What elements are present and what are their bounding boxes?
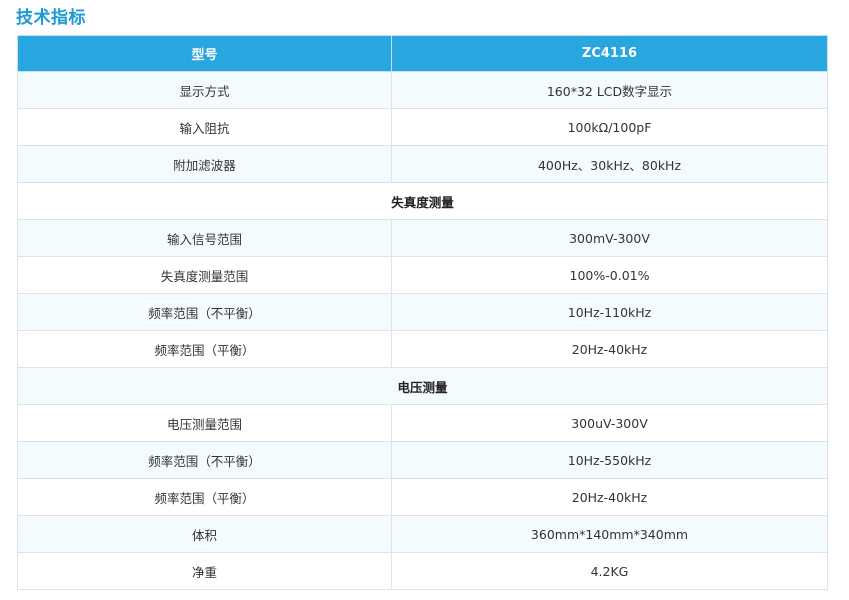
header-model-value: ZC4116: [391, 35, 828, 72]
spec-value: 160*32 LCD数字显示: [391, 71, 828, 109]
spec-label: 附加滤波器: [17, 145, 392, 183]
group-header-row: 电压测量: [17, 367, 828, 405]
spec-value: 10Hz-550kHz: [391, 441, 828, 479]
table-row: 输入阻抗 100kΩ/100pF: [17, 108, 828, 146]
spec-label: 输入阻抗: [17, 108, 392, 146]
table-row: 显示方式 160*32 LCD数字显示: [17, 71, 828, 109]
spec-label: 频率范围（平衡）: [17, 478, 392, 516]
spec-label: 净重: [17, 552, 392, 590]
spec-label: 电压测量范围: [17, 404, 392, 442]
spec-value: 400Hz、30kHz、80kHz: [391, 145, 828, 183]
spec-value: 360mm*140mm*340mm: [391, 515, 828, 553]
spec-value: 100%-0.01%: [391, 256, 828, 294]
table-row: 体积 360mm*140mm*340mm: [17, 515, 828, 553]
spec-label: 频率范围（不平衡）: [17, 441, 392, 479]
spec-label: 失真度测量范围: [17, 256, 392, 294]
spec-label: 体积: [17, 515, 392, 553]
header-model-label: 型号: [17, 35, 392, 72]
table-row: 频率范围（平衡） 20Hz-40kHz: [17, 478, 828, 516]
group-header: 失真度测量: [17, 182, 828, 220]
spec-label: 显示方式: [17, 71, 392, 109]
group-header-row: 失真度测量: [17, 182, 828, 220]
spec-label: 频率范围（平衡）: [17, 330, 392, 368]
spec-label: 频率范围（不平衡）: [17, 293, 392, 331]
spec-value: 300mV-300V: [391, 219, 828, 257]
table-row: 失真度测量范围 100%-0.01%: [17, 256, 828, 294]
spec-value: 20Hz-40kHz: [391, 478, 828, 516]
spec-value: 300uV-300V: [391, 404, 828, 442]
table-row: 频率范围（平衡） 20Hz-40kHz: [17, 330, 828, 368]
table-row: 净重 4.2KG: [17, 552, 828, 590]
table-row: 附加滤波器 400Hz、30kHz、80kHz: [17, 145, 828, 183]
spec-label: 输入信号范围: [17, 219, 392, 257]
spec-value: 4.2KG: [391, 552, 828, 590]
table-row: 频率范围（不平衡） 10Hz-110kHz: [17, 293, 828, 331]
spec-table: 型号 ZC4116 显示方式 160*32 LCD数字显示 输入阻抗 100kΩ…: [17, 35, 828, 590]
table-row: 电压测量范围 300uV-300V: [17, 404, 828, 442]
spec-value: 20Hz-40kHz: [391, 330, 828, 368]
spec-value: 100kΩ/100pF: [391, 108, 828, 146]
table-row: 输入信号范围 300mV-300V: [17, 219, 828, 257]
spec-value: 10Hz-110kHz: [391, 293, 828, 331]
section-title: 技术指标: [16, 8, 86, 28]
table-row: 频率范围（不平衡） 10Hz-550kHz: [17, 441, 828, 479]
table-header-row: 型号 ZC4116: [17, 35, 828, 72]
group-header: 电压测量: [17, 367, 828, 405]
